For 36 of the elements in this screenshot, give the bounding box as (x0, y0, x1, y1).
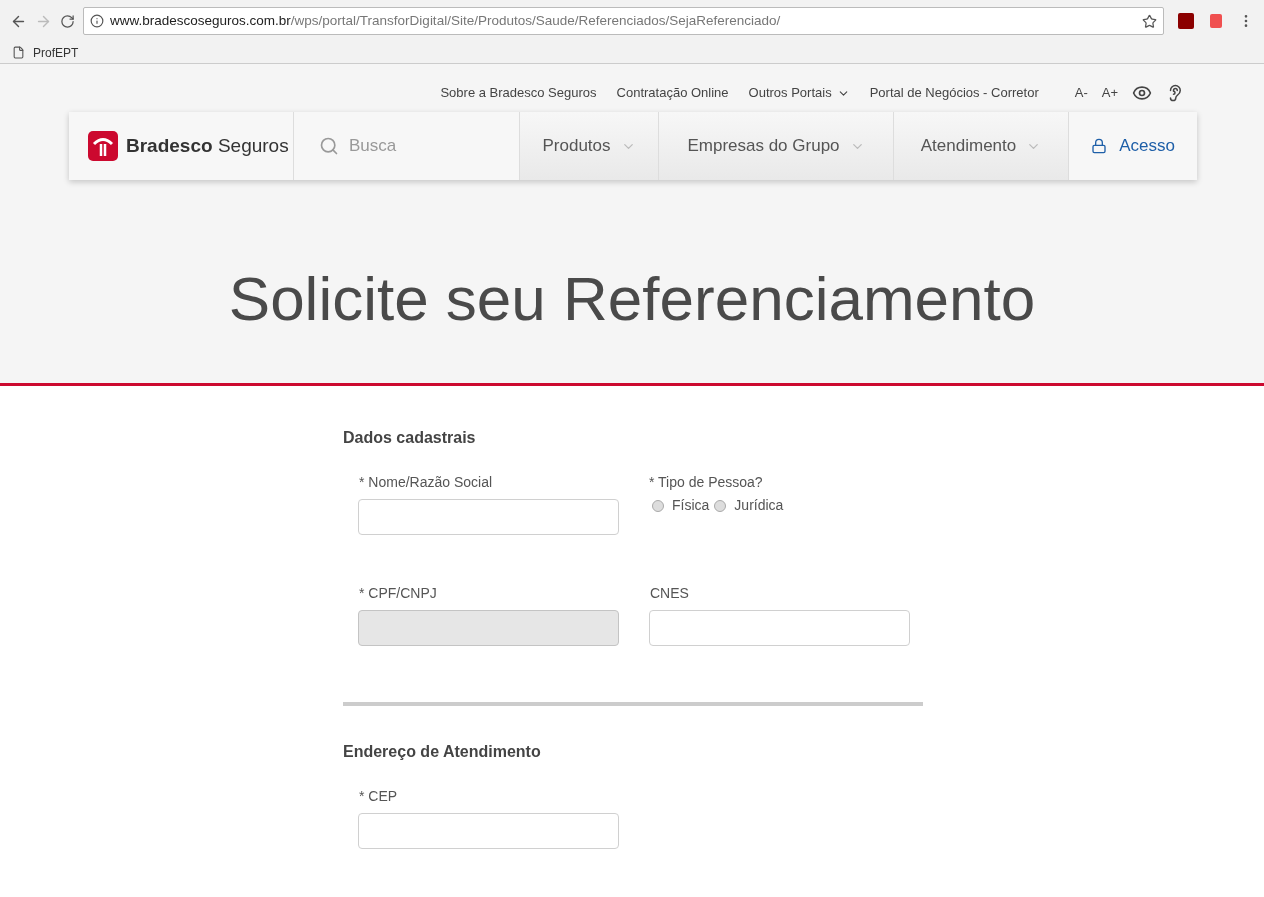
nav-menu-item[interactable]: Atendimento (894, 112, 1069, 181)
address-bar[interactable]: www.bradescoseguros.com.br/wps/portal/TransforDigital/Site/Produtos/Saude/Referenciados/SejaReferenciado/ (83, 7, 1164, 36)
input-field[interactable] (358, 813, 619, 849)
login-button[interactable]: Acesso (1069, 112, 1197, 181)
top-link[interactable]: Portal de Negócios - Corretor (869, 83, 1039, 103)
top-link[interactable]: Contratação Online (616, 83, 729, 103)
star-icon[interactable] (1142, 13, 1157, 29)
field-label: CNES (650, 584, 690, 603)
field-label: * CEP (359, 787, 399, 806)
page-title: Solicite seu Referenciamento (227, 263, 1037, 336)
bookmark[interactable]: ProfEPT (12, 43, 79, 62)
radio-label[interactable]: Jurídica (734, 495, 784, 516)
info-icon[interactable] (90, 14, 104, 29)
radio-button[interactable] (714, 499, 727, 512)
top-link[interactable]: Outros Portais (748, 83, 832, 103)
lock-icon (1091, 138, 1108, 155)
section-title: Endereço de Atendimento (343, 742, 542, 762)
nav-menu-item[interactable]: Empresas do Grupo (659, 112, 894, 181)
font-size-button[interactable]: A+ (1101, 83, 1118, 103)
top-link[interactable]: Sobre a Bradesco Seguros (440, 83, 597, 103)
search-icon (319, 136, 339, 157)
logo-icon (88, 131, 118, 162)
field-label: * CPF/CNPJ (359, 584, 438, 603)
input-field[interactable] (649, 610, 910, 646)
nav-menu-item[interactable]: Produtos (520, 112, 659, 181)
radio-button[interactable] (652, 499, 664, 512)
page-icon (12, 46, 25, 60)
section-title: Dados cadastrais (343, 428, 477, 448)
reload-icon[interactable] (60, 13, 75, 29)
url-text: www.bradescoseguros.com.br/wps/portal/TransforDigital/Site/Produtos/Saude/Referenciados/SejaReferenciado/ (110, 11, 782, 30)
logo-text: Bradesco Seguros (126, 133, 289, 158)
field-label: * Nome/Razão Social (359, 473, 494, 492)
radio-label[interactable]: Física (672, 495, 710, 516)
input-field[interactable] (358, 499, 619, 535)
field-label: * Tipo de Pessoa? (649, 473, 764, 492)
font-size-button[interactable]: A- (1074, 83, 1088, 103)
